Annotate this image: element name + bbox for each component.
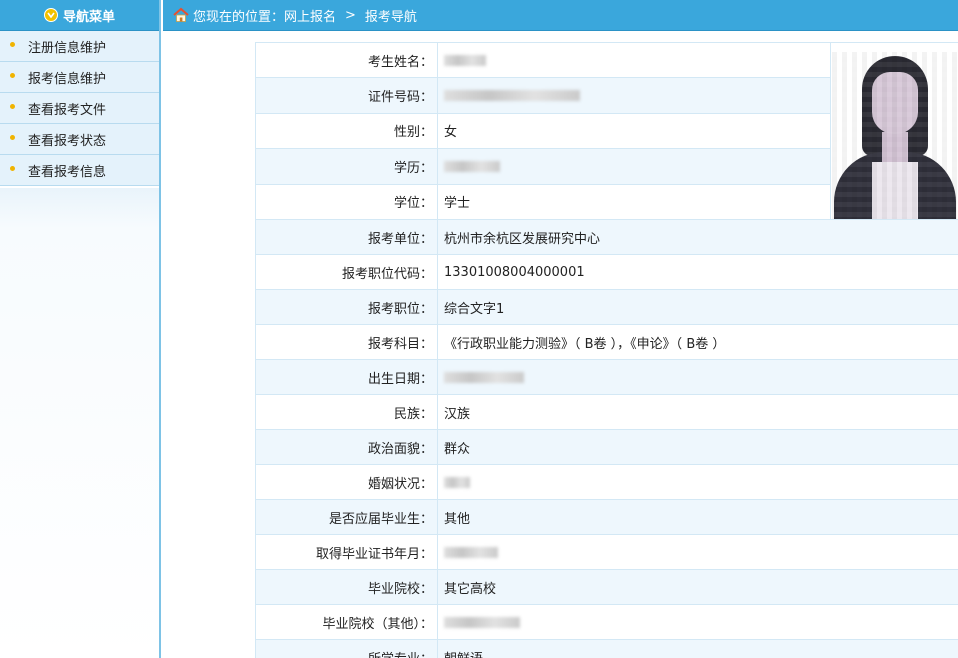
field-label: 报考科目： [255, 324, 438, 360]
bullet-icon [10, 41, 15, 47]
sidebar-item-label: 注册信息维护 [28, 40, 107, 56]
bullet-icon [10, 72, 15, 78]
sidebar-item-application-info[interactable]: 报考信息维护 [0, 62, 159, 93]
applicant-photo [832, 52, 958, 219]
field-value [437, 359, 958, 395]
breadcrumb: 您现在的位置：网上报名 > 报考导航 [163, 0, 958, 31]
field-value [437, 41, 831, 79]
applicant-info-table: 考生姓名： 证件号码： 性别： 女 学历： 学位： 学士 报考单位： 杭州市余杭… [255, 41, 958, 658]
field-label: 取得毕业证书年月： [255, 534, 438, 570]
field-label: 婚姻状况： [255, 464, 438, 500]
field-value: 学士 [437, 183, 831, 221]
applicant-photo-cell [830, 42, 958, 220]
table-row: 毕业院校（其他）： [255, 604, 958, 640]
sidebar-item-label: 报考信息维护 [28, 71, 107, 87]
field-label: 报考职位： [255, 289, 438, 325]
field-label: 报考职位代码： [255, 254, 438, 290]
table-row: 考生姓名： [255, 41, 958, 220]
table-row: 毕业院校： 其它高校 [255, 569, 958, 605]
table-row: 报考单位： 杭州市余杭区发展研究中心 [255, 219, 958, 255]
field-label: 民族： [255, 394, 438, 430]
field-value [437, 148, 831, 185]
sidebar-item-label: 查看报考文件 [28, 102, 107, 118]
field-label: 性别： [255, 112, 438, 150]
field-value: 13301008004000001 [437, 254, 958, 290]
field-label: 出生日期： [255, 359, 438, 395]
field-label: 政治面貌： [255, 429, 438, 465]
field-value: 其它高校 [437, 569, 958, 605]
field-value: 其他 [437, 499, 958, 535]
field-label: 学位： [255, 183, 438, 221]
sidebar-header: 导航菜单 [0, 0, 159, 31]
sidebar: 导航菜单 注册信息维护 报考信息维护 查看报考文件 查看报考状态 查看报考信息 [0, 0, 161, 658]
sidebar-item-register-info[interactable]: 注册信息维护 [0, 31, 159, 62]
field-value: 群众 [437, 429, 958, 465]
field-label: 所学专业： [255, 639, 438, 658]
sidebar-item-view-files[interactable]: 查看报考文件 [0, 93, 159, 124]
field-label: 报考单位： [255, 219, 438, 255]
breadcrumb-separator: > [345, 7, 356, 23]
field-label: 是否应届毕业生： [255, 499, 438, 535]
table-row: 政治面貌： 群众 [255, 429, 958, 465]
field-value: 《行政职业能力测验》（ B卷 ），《申论》（ B卷 ） [437, 324, 958, 360]
breadcrumb-current: 报考导航 [364, 9, 417, 25]
table-row: 取得毕业证书年月： [255, 534, 958, 570]
table-row: 所学专业： 朝鲜语 [255, 639, 958, 658]
sidebar-item-view-application[interactable]: 查看报考信息 [0, 155, 159, 186]
bullet-icon [10, 165, 15, 171]
field-value [437, 464, 958, 500]
sidebar-background [0, 188, 159, 658]
chevron-down-icon [43, 8, 58, 22]
field-label: 毕业院校（其他）： [255, 604, 438, 640]
home-icon[interactable] [173, 7, 189, 23]
field-value: 综合文字1 [437, 289, 958, 325]
table-row: 报考科目： 《行政职业能力测验》（ B卷 ），《申论》（ B卷 ） [255, 324, 958, 360]
sidebar-item-label: 查看报考状态 [28, 133, 107, 149]
table-row: 婚姻状况： [255, 464, 958, 500]
field-label: 毕业院校： [255, 569, 438, 605]
table-row: 民族： 汉族 [255, 394, 958, 430]
field-value: 汉族 [437, 394, 958, 430]
field-label: 证件号码： [255, 77, 438, 114]
table-row: 是否应届毕业生： 其他 [255, 499, 958, 535]
bullet-icon [10, 103, 15, 109]
field-label: 考生姓名： [255, 41, 438, 79]
sidebar-item-label: 查看报考信息 [28, 164, 107, 180]
main-content: 考生姓名： 证件号码： 性别： 女 学历： 学位： 学士 报考单位： 杭州市余杭… [163, 31, 958, 658]
field-value: 朝鲜语 [437, 639, 958, 658]
bullet-icon [10, 134, 15, 140]
table-row: 出生日期： [255, 359, 958, 395]
field-value [437, 604, 958, 640]
field-label: 学历： [255, 148, 438, 185]
field-value [437, 534, 958, 570]
breadcrumb-prefix: 您现在的位置：网上报名 [193, 9, 337, 25]
field-value: 女 [437, 112, 831, 150]
table-row: 报考职位： 综合文字1 [255, 289, 958, 325]
field-value: 杭州市余杭区发展研究中心 [437, 219, 958, 255]
sidebar-item-view-status[interactable]: 查看报考状态 [0, 124, 159, 155]
field-value [437, 77, 831, 114]
table-row: 报考职位代码： 13301008004000001 [255, 254, 958, 290]
sidebar-title: 导航菜单 [62, 9, 115, 25]
